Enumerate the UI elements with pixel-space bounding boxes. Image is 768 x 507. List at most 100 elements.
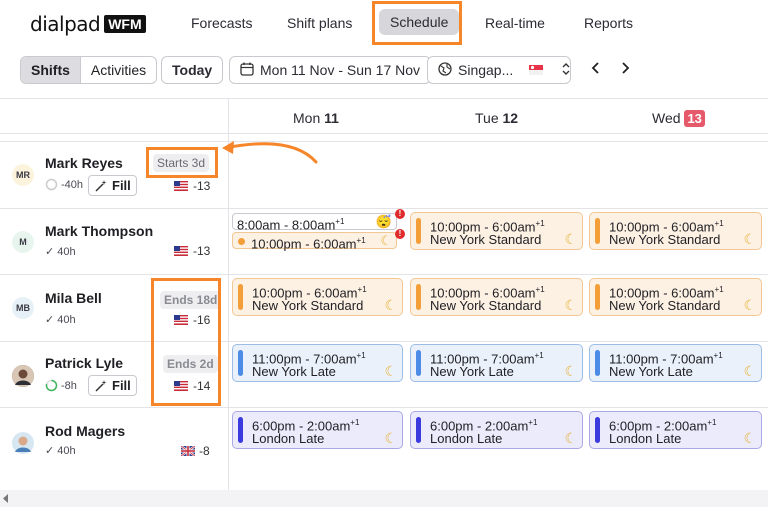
tab-shift-plans[interactable]: Shift plans (287, 15, 352, 31)
scroll-left-icon (3, 494, 8, 503)
check-icon: ✓ (45, 314, 55, 326)
moon-icon: ☾ (384, 430, 397, 446)
moon-icon: ☾ (743, 231, 756, 247)
magic-wand-icon (95, 379, 107, 392)
person-name[interactable]: Patrick Lyle (45, 355, 123, 371)
day-header-mon: Mon 11 (293, 110, 339, 126)
grid-line (0, 208, 768, 209)
shift-card[interactable]: 10:00pm - 6:00am+1 New York Standard ☾ (410, 212, 583, 250)
grid-line (0, 274, 768, 275)
tab-reports[interactable]: Reports (584, 15, 633, 31)
moon-icon: ☾ (564, 297, 577, 313)
person-hours: -8h (45, 379, 77, 392)
shift-card[interactable]: 6:00pm - 2:00am+1 London Late ☾ (589, 411, 762, 449)
moon-icon: ☾ (384, 363, 397, 379)
chevron-left-icon (591, 62, 599, 74)
grid-line (0, 141, 768, 142)
moon-icon: ☾ (743, 363, 756, 379)
avatar[interactable] (12, 365, 34, 387)
progress-ring-icon (45, 379, 58, 392)
shift-pill[interactable]: 8:00am - 8:00am+1 😴 (232, 213, 397, 232)
moon-icon: ☾ (380, 233, 392, 248)
avatar[interactable]: MR (12, 164, 34, 186)
avatar[interactable]: MB (12, 297, 34, 319)
progress-ring-icon (45, 178, 58, 191)
us-flag-icon (174, 181, 188, 191)
check-icon: ✓ (45, 445, 55, 457)
tab-real-time[interactable]: Real-time (485, 15, 545, 31)
person-name[interactable]: Mila Bell (45, 290, 102, 306)
shift-card[interactable]: 10:00pm - 6:00am+1 New York Standard ☾ (589, 212, 762, 250)
shift-pill[interactable]: 10:00pm - 6:00am+1 ☾ (232, 232, 397, 251)
person-name[interactable]: Mark Thompson (45, 223, 153, 239)
shift-card[interactable]: 10:00pm - 6:00am+1 New York Standard ☾ (232, 278, 403, 316)
view-toggle: Shifts Activities (20, 56, 158, 84)
day-header-tue: Tue 12 (475, 110, 519, 126)
calendar-icon (240, 62, 254, 79)
magic-wand-icon (95, 179, 107, 192)
schedule-highlight (372, 1, 462, 45)
today-badge: 13 (684, 110, 705, 127)
person-hours: ✓ 40h (45, 245, 76, 259)
shift-card[interactable]: 11:00pm - 7:00am+1 New York Late ☾ (410, 344, 583, 382)
sg-flag-icon (529, 62, 544, 78)
person-name[interactable]: Rod Magers (45, 423, 125, 439)
shift-card[interactable]: 10:00pm - 6:00am+1 New York Standard ☾ (589, 278, 762, 316)
globe-icon (438, 61, 452, 79)
chevron-updown-icon (561, 62, 571, 79)
fill-button[interactable]: Fill (88, 175, 137, 196)
us-flag-icon (174, 246, 188, 256)
timezone-select[interactable]: Singap... (427, 56, 571, 84)
grid-line (0, 407, 768, 408)
shift-card[interactable]: 6:00pm - 2:00am+1 London Late ☾ (410, 411, 583, 449)
tab-forecasts[interactable]: Forecasts (191, 15, 252, 31)
day-header-wed: Wed 13 (652, 110, 705, 127)
uk-flag-icon (181, 446, 195, 456)
logo[interactable]: dialpad WFM (30, 12, 146, 36)
shift-card[interactable]: 6:00pm - 2:00am+1 London Late ☾ (232, 411, 403, 449)
view-shifts-button[interactable]: Shifts (21, 57, 81, 83)
grid-line (0, 98, 768, 99)
alert-icon[interactable]: ! (395, 209, 405, 219)
status-dot (238, 238, 245, 245)
starts-highlight (146, 147, 218, 178)
view-activities-button[interactable]: Activities (81, 57, 156, 83)
person-hours: ✓ 40h (45, 313, 76, 327)
avatar-photo (12, 432, 34, 454)
toolbar: Shifts Activities Today Mon 11 Nov - Sun… (0, 56, 768, 84)
grid-line (0, 133, 768, 134)
shift-card[interactable]: 11:00pm - 7:00am+1 New York Late ☾ (232, 344, 403, 382)
alert-icon[interactable]: ! (395, 229, 405, 239)
person-name[interactable]: Mark Reyes (45, 155, 123, 171)
sleeping-face-icon: 😴 (375, 214, 392, 229)
avatar[interactable]: M (12, 231, 34, 253)
tz-offset: -13 (193, 179, 211, 193)
annotation-arrow-icon (222, 141, 318, 164)
date-range-picker[interactable]: Mon 11 Nov - Sun 17 Nov (229, 56, 432, 84)
tz-offset: -13 (193, 244, 211, 258)
person-hours: ✓ 40h (45, 444, 76, 458)
date-range-label: Mon 11 Nov - Sun 17 Nov (260, 62, 421, 78)
today-button[interactable]: Today (161, 56, 224, 84)
check-icon: ✓ (45, 246, 55, 258)
logo-text: dialpad (30, 12, 101, 36)
person-hours: -40h (45, 178, 83, 191)
logo-badge: WFM (104, 15, 146, 33)
avatar-photo (12, 365, 34, 387)
moon-icon: ☾ (564, 231, 577, 247)
next-week-button[interactable] (620, 60, 630, 81)
shift-card[interactable]: 10:00pm - 6:00am+1 New York Standard ☾ (410, 278, 583, 316)
chevron-right-icon (622, 62, 630, 74)
fill-button[interactable]: Fill (88, 375, 137, 396)
prev-week-button[interactable] (591, 60, 601, 81)
grid-line (0, 341, 768, 342)
avatar[interactable] (12, 432, 34, 454)
timezone-label: Singap... (458, 62, 514, 78)
horizontal-scrollbar[interactable] (0, 490, 768, 507)
moon-icon: ☾ (743, 430, 756, 446)
shift-card[interactable]: 11:00pm - 7:00am+1 New York Late ☾ (589, 344, 762, 382)
ends-highlight (151, 278, 221, 406)
moon-icon: ☾ (384, 297, 397, 313)
moon-icon: ☾ (743, 297, 756, 313)
tz-offset: -8 (199, 444, 210, 458)
